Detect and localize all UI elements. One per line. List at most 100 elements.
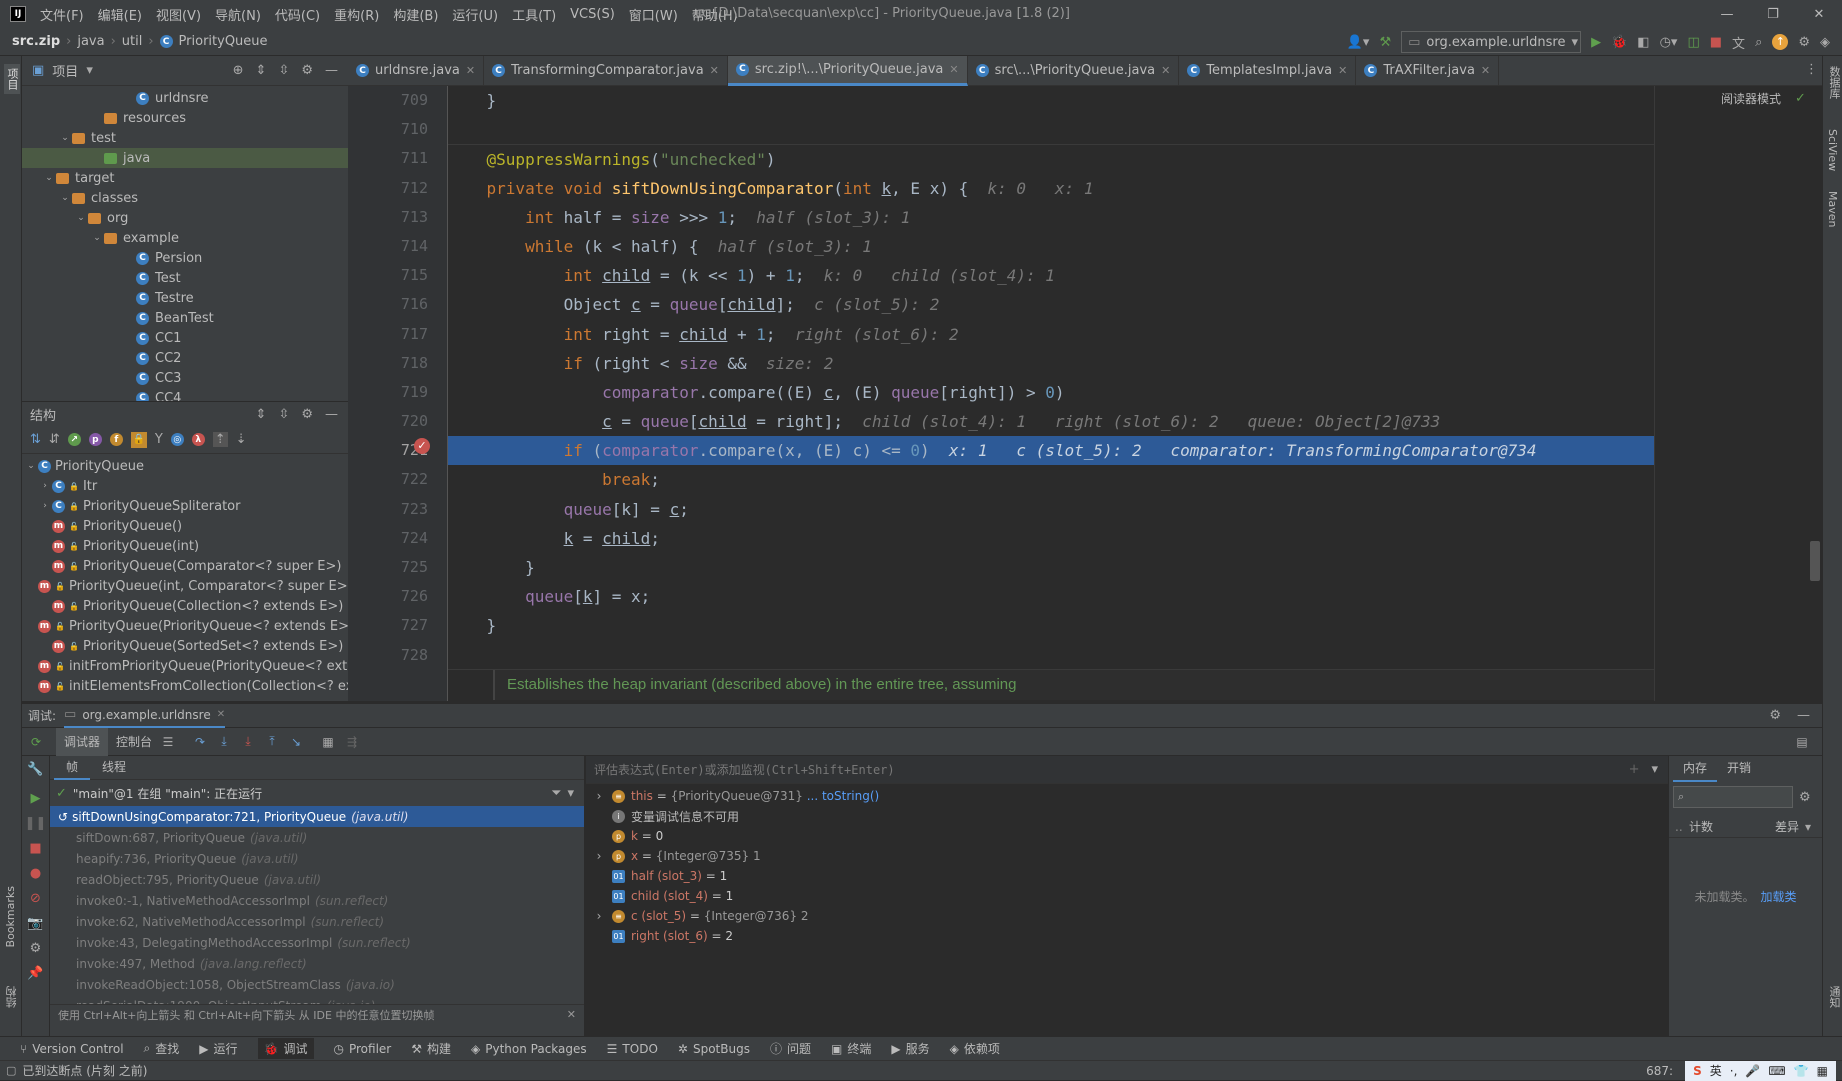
- show-properties-icon[interactable]: p: [88, 433, 102, 446]
- project-tree-item[interactable]: C BeanTest: [22, 308, 348, 328]
- project-tree-item[interactable]: resources: [22, 108, 348, 128]
- collapse-all-icon[interactable]: ⇳: [278, 63, 289, 78]
- debug-session-tab[interactable]: ▭ org.example.urldnsre ✕: [64, 704, 226, 728]
- tab-overhead[interactable]: 开销: [1717, 756, 1761, 782]
- stop-icon[interactable]: ■: [29, 841, 41, 856]
- tab-debugger[interactable]: 调试器: [56, 727, 109, 756]
- to-string-link[interactable]: ... toString(): [803, 789, 879, 803]
- count-column-header[interactable]: 计数: [1689, 818, 1775, 835]
- project-tree-item[interactable]: ⌄ target: [22, 168, 348, 188]
- run-tool[interactable]: ▶ 运行: [199, 1040, 237, 1057]
- translate-icon[interactable]: 文: [1732, 33, 1745, 52]
- project-tree-item[interactable]: ⌄ test: [22, 128, 348, 148]
- menu-item-6[interactable]: 构建(B): [393, 5, 438, 24]
- tab-overflow-icon[interactable]: ⋮: [1805, 62, 1818, 77]
- project-tool-button[interactable]: 项目: [4, 64, 20, 94]
- trace-icon[interactable]: ⇶: [344, 734, 360, 750]
- code-editor[interactable]: } @SuppressWarnings("unchecked") private…: [448, 86, 1654, 701]
- editor-tab[interactable]: C TrAXFilter.java ✕: [1356, 55, 1500, 86]
- show-lambdas-icon[interactable]: Y: [155, 432, 163, 447]
- pin-icon[interactable]: 📌: [27, 966, 43, 981]
- debug-tool[interactable]: 🐞 调试: [257, 1038, 314, 1059]
- gear-icon[interactable]: ⚙: [1799, 790, 1811, 805]
- expand-arrow-icon[interactable]: ›: [586, 789, 612, 803]
- variable-row[interactable]: 01 half (slot_3) = 1: [586, 866, 1668, 886]
- variable-row[interactable]: › ≡ this = {PriorityQueue@731} ... toStrin…: [586, 786, 1668, 806]
- stack-frame[interactable]: heapify:736, PriorityQueue (java.util): [50, 848, 584, 869]
- menu-item-1[interactable]: 编辑(E): [98, 5, 142, 24]
- step-out-icon[interactable]: ⤒: [264, 734, 280, 750]
- load-classes-link[interactable]: 加载类: [1761, 888, 1797, 905]
- force-step-into-icon[interactable]: ⤓: [240, 734, 256, 750]
- stack-frame[interactable]: invokeReadObject:1058, ObjectStreamClass…: [50, 974, 584, 995]
- filter-icon[interactable]: ⏷: [551, 786, 561, 801]
- project-tree-item[interactable]: Curldnsre: [22, 88, 348, 108]
- expand-all-icon[interactable]: ⇕: [256, 407, 267, 422]
- chevron-down-icon[interactable]: ▾: [1651, 762, 1658, 777]
- hide-icon[interactable]: —: [325, 63, 338, 78]
- dependencies-tool[interactable]: ◈ 依赖项: [950, 1040, 1000, 1057]
- hide-icon[interactable]: —: [325, 407, 338, 422]
- chevron-down-icon[interactable]: ⌄: [74, 213, 88, 223]
- project-panel-title[interactable]: 项目: [52, 61, 78, 80]
- breakpoint-icon[interactable]: ✓: [414, 438, 430, 454]
- stack-frame[interactable]: readSerialData:1900, ObjectInputStream (j…: [50, 995, 584, 1005]
- menu-icon[interactable]: ☰: [160, 734, 176, 750]
- structure-item[interactable]: m 🔓 initElementsFromCollection(Collection<…: [22, 676, 353, 696]
- hide-icon[interactable]: —: [1797, 708, 1810, 723]
- variable-row[interactable]: 01 right (slot_6) = 2: [586, 926, 1668, 946]
- update-icon[interactable]: ↑: [1772, 34, 1789, 50]
- step-over-icon[interactable]: ↷: [192, 734, 208, 750]
- structure-item[interactable]: m 🔓 initFromPriorityQueue(PriorityQueue<? …: [22, 656, 355, 676]
- debug-icon[interactable]: 🐞: [1611, 35, 1627, 50]
- variable-row[interactable]: › ≡ c (slot_5) = {Integer@736} 2: [586, 906, 1668, 926]
- menu-item-10[interactable]: 窗口(W): [629, 5, 678, 24]
- gear-icon[interactable]: ⚙: [301, 63, 313, 78]
- gear-icon[interactable]: ⚙: [30, 941, 42, 956]
- show-lambda-icon[interactable]: λ: [191, 433, 205, 446]
- structure-item[interactable]: m 🔓 PriorityQueue(Collection<? extends E>): [22, 596, 348, 616]
- chevron-down-icon[interactable]: ⌄: [58, 193, 72, 203]
- sort-alpha-icon[interactable]: ⇅: [30, 432, 41, 447]
- resume-icon[interactable]: ▶: [31, 791, 41, 806]
- structure-item[interactable]: m 🔓 PriorityQueue(): [22, 516, 348, 536]
- project-tree-item[interactable]: C CC3: [22, 368, 348, 388]
- coverage-icon[interactable]: ◧: [1637, 35, 1649, 50]
- show-non-public-icon[interactable]: 🔒: [130, 431, 147, 448]
- structure-tool-button[interactable]: 结构: [4, 986, 20, 1008]
- problems-tool[interactable]: ⓘ 问题: [770, 1040, 811, 1057]
- minimize-icon[interactable]: —: [1704, 7, 1750, 22]
- close-icon[interactable]: ✕: [1796, 7, 1842, 22]
- jetbrains-icon[interactable]: ◈: [1820, 35, 1830, 50]
- evaluate-icon[interactable]: ▦: [320, 734, 336, 750]
- autoscroll-from-source-icon[interactable]: ⇣: [236, 432, 247, 447]
- run-to-cursor-icon[interactable]: ↘: [288, 734, 304, 750]
- close-icon[interactable]: ✕: [1338, 64, 1347, 77]
- breadcrumb-util[interactable]: util: [122, 34, 143, 49]
- variable-row[interactable]: › p x = {Integer@735} 1: [586, 846, 1668, 866]
- pause-icon[interactable]: ❚❚: [25, 816, 47, 831]
- chevron-down-icon[interactable]: ⌄: [58, 133, 72, 143]
- run-config-selector[interactable]: ▭ org.example.urldnsre ▾: [1401, 31, 1582, 53]
- thread-selector[interactable]: ✓ "main"@1 在组 "main": 正在运行 ⏷ ▾: [50, 780, 584, 806]
- editor-tab[interactable]: C TransformingComparator.java ✕: [484, 55, 728, 86]
- database-tool-button[interactable]: 数据库: [1826, 66, 1842, 99]
- vcs-user-icon[interactable]: 👤▾: [1347, 35, 1370, 50]
- notifications-tool-button[interactable]: 通知: [1826, 986, 1842, 1008]
- expand-all-icon[interactable]: ⇕: [256, 63, 267, 78]
- build-hammer-icon[interactable]: ⚒: [1379, 35, 1391, 50]
- stack-frame[interactable]: ↺ siftDownUsingComparator:721, PriorityQ…: [50, 806, 584, 827]
- project-tree-item[interactable]: C CC1: [22, 328, 348, 348]
- menu-item-3[interactable]: 导航(N): [215, 5, 261, 24]
- layout-icon[interactable]: ▤: [1794, 734, 1810, 750]
- project-tree-item[interactable]: ⌄ org: [22, 208, 348, 228]
- project-tree-item[interactable]: ⌄ classes: [22, 188, 348, 208]
- run-icon[interactable]: ▶: [1591, 35, 1601, 50]
- diff-column-header[interactable]: 差异: [1775, 818, 1799, 835]
- view-breakpoints-icon[interactable]: ●: [30, 866, 41, 881]
- project-tree-item[interactable]: C CC2: [22, 348, 348, 368]
- breadcrumb-src-zip[interactable]: src.zip: [12, 34, 60, 49]
- wrench-icon[interactable]: 🔧: [27, 762, 43, 777]
- reader-mode-button[interactable]: 阅读器模式: [1721, 90, 1781, 107]
- structure-item[interactable]: m 🔓 PriorityQueue(PriorityQueue<? extends …: [22, 616, 354, 636]
